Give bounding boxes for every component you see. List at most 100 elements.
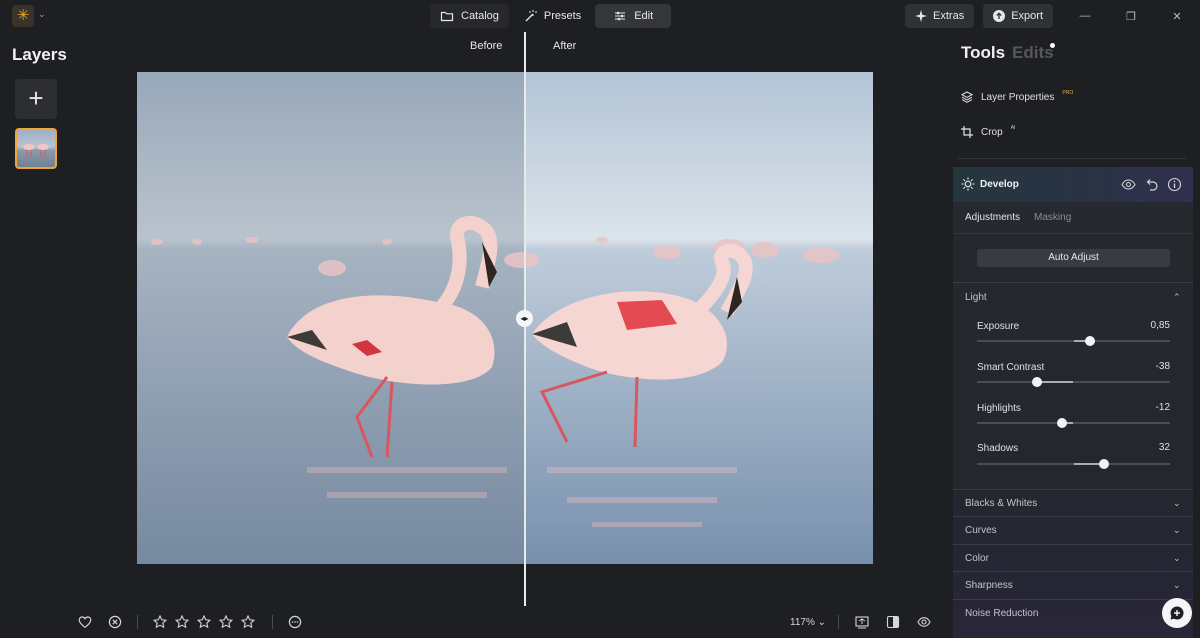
slider-label-smart-contrast: Smart Contrast xyxy=(977,362,1045,373)
star-icon[interactable] xyxy=(153,615,167,629)
section-label: Noise Reduction xyxy=(965,608,1039,619)
section-light-header[interactable]: Light xyxy=(965,292,987,303)
export-button[interactable]: Export xyxy=(983,4,1053,28)
tab-catalog[interactable]: Catalog xyxy=(430,4,509,28)
eye-icon[interactable] xyxy=(1121,177,1136,192)
bottom-bar: 117% ⌄ xyxy=(0,606,940,638)
zoom-dropdown[interactable]: 117% ⌄ xyxy=(790,617,826,628)
slider-fill xyxy=(1036,381,1074,383)
tab-masking[interactable]: Masking xyxy=(1034,212,1071,223)
smart-contrast-slider[interactable] xyxy=(977,377,1170,387)
chevron-down-icon: ⌄ xyxy=(1173,525,1181,535)
undo-icon[interactable] xyxy=(1144,177,1159,192)
separator xyxy=(272,615,273,629)
reject-icon[interactable] xyxy=(108,615,122,629)
compare-view-icon[interactable] xyxy=(886,615,900,629)
chevron-up-icon[interactable]: ⌃ xyxy=(1173,292,1181,303)
tab-edit[interactable]: Edit xyxy=(595,4,672,28)
heart-icon[interactable] xyxy=(78,615,92,629)
section-color[interactable]: Color ⌄ xyxy=(953,544,1193,571)
slider-thumb[interactable] xyxy=(1056,418,1067,428)
extras-button[interactable]: Extras xyxy=(905,4,975,28)
develop-title: Develop xyxy=(980,179,1019,190)
layers-stack-icon xyxy=(961,91,973,103)
chevron-down-icon[interactable]: ⌄ xyxy=(38,9,46,20)
photo-canvas[interactable] xyxy=(137,72,873,564)
ai-badge: AI xyxy=(1010,125,1016,131)
layer-properties-label: Layer Properties xyxy=(981,91,1055,103)
auto-adjust-button[interactable]: Auto Adjust xyxy=(977,249,1170,267)
slider-label-highlights: Highlights xyxy=(977,403,1021,414)
minimize-icon[interactable]: — xyxy=(1062,4,1108,28)
crop-label: Crop xyxy=(981,126,1003,138)
restore-icon[interactable]: ❐ xyxy=(1108,4,1154,28)
fit-to-screen-icon[interactable] xyxy=(855,615,869,629)
more-options-icon[interactable] xyxy=(288,615,302,629)
exposure-slider[interactable] xyxy=(977,336,1170,346)
sparkle-icon xyxy=(915,10,928,22)
chevron-down-icon: ⌄ xyxy=(1173,553,1181,563)
folder-icon xyxy=(440,11,454,22)
before-label: Before xyxy=(470,40,503,52)
section-label: Blacks & Whites xyxy=(965,498,1038,509)
tab-adjustments[interactable]: Adjustments xyxy=(965,212,1020,223)
flamingo-photo xyxy=(137,72,873,564)
slider-value-exposure: 0,85 xyxy=(1150,320,1170,331)
layer-thumbnail[interactable] xyxy=(15,128,57,169)
crop-tool[interactable]: Crop AI xyxy=(961,125,1016,138)
tools-tab[interactable]: Tools xyxy=(961,43,1005,63)
section-noise-reduction[interactable]: Noise Reduction xyxy=(953,599,1193,626)
section-label: Color xyxy=(965,553,989,564)
slider-thumb[interactable] xyxy=(1031,377,1042,387)
chat-help-button[interactable] xyxy=(1162,598,1192,628)
after-label: After xyxy=(553,40,577,52)
top-right-actions: Extras Export — ❐ ✕ xyxy=(905,4,1200,28)
star-icon[interactable] xyxy=(197,615,211,629)
app-logo-icon[interactable]: ✳ xyxy=(12,5,34,27)
section-label: Curves xyxy=(965,525,997,536)
info-icon[interactable] xyxy=(1167,177,1182,192)
shadows-slider[interactable] xyxy=(977,459,1170,469)
slider-value-smart-contrast: -38 xyxy=(1155,361,1170,372)
mode-tabs: Catalog Presets Edit xyxy=(430,4,672,28)
star-icon[interactable] xyxy=(241,615,255,629)
magic-wand-icon xyxy=(525,10,537,22)
slider-thumb[interactable] xyxy=(1099,459,1110,469)
section-curves[interactable]: Curves ⌄ xyxy=(953,516,1193,543)
tab-presets[interactable]: Presets xyxy=(513,4,591,28)
layers-title: Layers xyxy=(12,45,67,64)
pro-badge: PRO xyxy=(1062,90,1074,96)
close-icon[interactable]: ✕ xyxy=(1154,4,1200,28)
section-blacks-whites[interactable]: Blacks & Whites ⌄ xyxy=(953,489,1193,516)
section-label: Sharpness xyxy=(965,580,1013,591)
separator xyxy=(137,615,138,629)
slider-label-exposure: Exposure xyxy=(977,321,1020,332)
develop-header[interactable]: Develop xyxy=(953,167,1193,202)
develop-panel: Develop Adjustments Masking Auto Adjust … xyxy=(953,167,1193,638)
export-label: Export xyxy=(1011,10,1043,22)
separator xyxy=(838,615,839,629)
top-bar: ✳ ⌄ Catalog Presets Edit Extras Export —… xyxy=(0,0,1200,32)
compare-split-handle-icon[interactable]: ◂▸ xyxy=(516,310,533,327)
chevron-down-icon: ⌄ xyxy=(1173,580,1181,590)
export-icon xyxy=(993,10,1006,22)
tab-presets-label: Presets xyxy=(543,10,582,22)
slider-thumb[interactable] xyxy=(1084,336,1095,346)
develop-subtabs: Adjustments Masking xyxy=(965,212,1071,223)
tab-catalog-label: Catalog xyxy=(461,10,499,22)
crop-icon xyxy=(961,126,973,138)
slider-value-highlights: -12 xyxy=(1155,402,1170,413)
star-icon[interactable] xyxy=(175,615,189,629)
layer-properties-tool[interactable]: Layer Properties PRO xyxy=(961,90,1074,103)
divider xyxy=(953,282,1193,283)
edits-tab[interactable]: Edits xyxy=(1012,43,1054,63)
star-icon[interactable] xyxy=(219,615,233,629)
sun-icon xyxy=(961,177,975,191)
chevron-down-icon: ⌄ xyxy=(1173,498,1181,508)
chat-bubble-icon xyxy=(1170,606,1184,620)
eye-icon[interactable] xyxy=(917,615,931,629)
section-sharpness[interactable]: Sharpness ⌄ xyxy=(953,571,1193,598)
slider-value-shadows: 32 xyxy=(1158,442,1170,453)
add-layer-button[interactable]: + xyxy=(15,79,57,119)
highlights-slider[interactable] xyxy=(977,418,1170,428)
